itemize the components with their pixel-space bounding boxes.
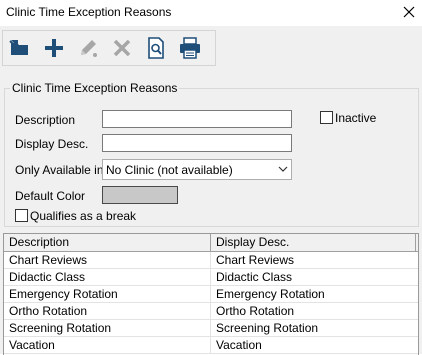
delete-button[interactable] (109, 35, 135, 61)
print-preview-icon (148, 37, 164, 59)
edit-button[interactable] (75, 35, 101, 61)
plus-icon (45, 39, 63, 57)
column-header-display-desc[interactable]: Display Desc. (211, 234, 416, 251)
import-button[interactable] (7, 35, 33, 61)
add-button[interactable] (41, 35, 67, 61)
cell-description: Ortho Rotation (4, 303, 211, 319)
details-groupbox (4, 88, 419, 227)
cell-description: Vacation (4, 337, 211, 353)
cell-description: Chart Reviews (4, 252, 211, 268)
window-title: Clinic Time Exception Reasons (6, 5, 172, 19)
display-desc-label: Display Desc. (15, 137, 89, 151)
toolbar (2, 30, 216, 66)
close-icon (403, 6, 415, 18)
cell-display-desc: Screening Rotation (216, 321, 319, 335)
preview-button[interactable] (143, 35, 169, 61)
table-row[interactable]: Ortho Rotation Ortho Rotation (4, 303, 418, 320)
title-bar: Clinic Time Exception Reasons (0, 0, 422, 26)
pencil-icon (81, 40, 97, 57)
only-available-label: Only Available in (15, 163, 104, 177)
table-row[interactable]: Vacation Vacation (4, 337, 418, 354)
cell-display-desc: Chart Reviews (216, 253, 295, 267)
description-input[interactable] (102, 110, 292, 128)
import-icon (9, 40, 28, 55)
default-color-label: Default Color (15, 189, 86, 203)
x-delete-icon (113, 39, 131, 57)
column-header-description[interactable]: Description (4, 234, 211, 251)
inactive-label: Inactive (335, 111, 377, 125)
table-row[interactable]: Screening Rotation Screening Rotation (4, 320, 418, 337)
table-row[interactable]: Emergency Rotation Emergency Rotation (4, 286, 418, 303)
printer-icon (180, 37, 200, 59)
qualifies-break-label: Qualifies as a break (30, 209, 137, 223)
table-row[interactable]: Didactic Class Didactic Class (4, 269, 418, 286)
inactive-checkbox[interactable] (320, 111, 333, 124)
cell-display-desc: Didactic Class (216, 270, 293, 284)
reasons-grid: Description Display Desc. Chart Reviews … (3, 233, 419, 355)
description-label: Description (15, 113, 76, 127)
cell-description: Screening Rotation (4, 320, 211, 336)
cell-description: Emergency Rotation (4, 286, 211, 302)
cell-display-desc: Vacation (216, 338, 262, 352)
only-available-select[interactable]: No Clinic (not available) (102, 159, 292, 180)
cell-display-desc: Ortho Rotation (216, 304, 295, 318)
grid-header: Description Display Desc. (4, 234, 418, 252)
qualifies-break-checkbox[interactable] (15, 209, 28, 222)
only-available-value: No Clinic (not available) (106, 163, 233, 177)
default-color-swatch[interactable] (102, 186, 178, 204)
display-desc-input[interactable] (102, 134, 292, 152)
table-row[interactable]: Chart Reviews Chart Reviews (4, 252, 418, 269)
cell-display-desc: Emergency Rotation (216, 287, 325, 301)
group-title: Clinic Time Exception Reasons (10, 81, 180, 95)
chevron-down-icon (278, 166, 288, 172)
print-button[interactable] (177, 35, 203, 61)
cell-description: Didactic Class (4, 269, 211, 285)
close-button[interactable] (400, 3, 418, 21)
